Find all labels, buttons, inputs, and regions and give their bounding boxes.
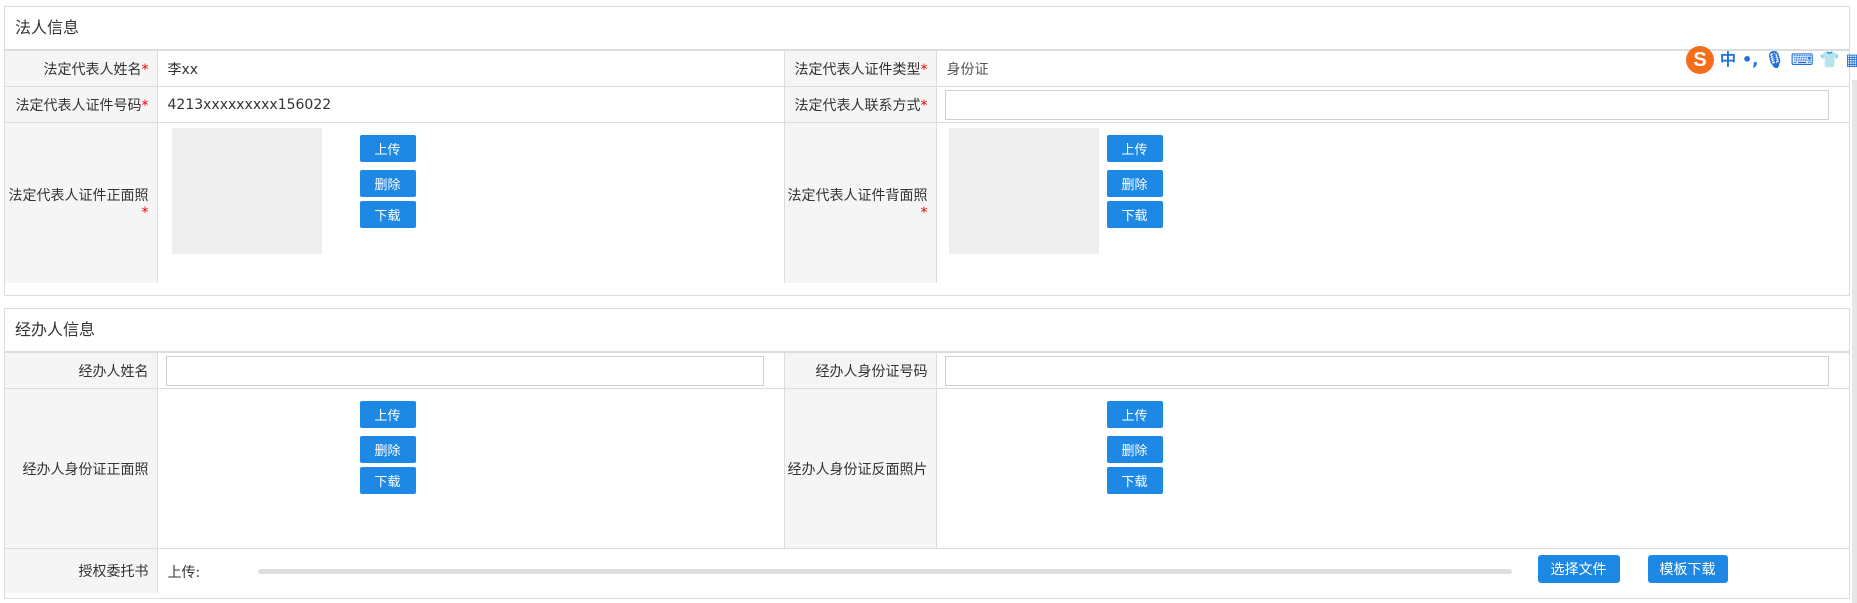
auth-upload-label: 上传: xyxy=(167,565,201,581)
keyboard-icon[interactable]: ⌨ xyxy=(1791,50,1814,70)
agent-back-photo-label: 经办人身份证反面照片 xyxy=(783,388,937,549)
ime-toolbar: S 中 •, 🎙 ⌨ 👕 ▦ xyxy=(1686,46,1857,74)
microphone-icon[interactable]: 🎙 xyxy=(1764,50,1784,70)
agent-front-download-button[interactable]: 下载 xyxy=(359,467,416,494)
legal-id-no-value: 4213xxxxxxxxx156022 xyxy=(156,86,785,123)
auth-letter-label: 授权委托书 xyxy=(5,548,158,593)
agent-front-delete-button[interactable]: 删除 xyxy=(359,436,416,463)
agent-back-upload-button[interactable]: 上传 xyxy=(1106,401,1163,428)
legal-back-photo-placeholder xyxy=(948,128,1099,254)
vertical-scrollbar[interactable] xyxy=(1852,80,1857,603)
auth-letter-cell: 上传: 选择文件 模板下载 xyxy=(156,548,1849,593)
agent-section: 经办人信息 经办人姓名 经办人身份证号码 经办人身份证正面照 上传 删除 下载 … xyxy=(4,308,1850,599)
legal-front-photo-cell: 上传 删除 下载 xyxy=(156,122,785,283)
legal-front-photo-label: 法定代表人证件正面照* xyxy=(5,122,158,283)
agent-back-delete-button[interactable]: 删除 xyxy=(1106,436,1163,463)
apps-grid-icon[interactable]: ▦ xyxy=(1846,50,1857,70)
legal-contact-cell xyxy=(935,86,1849,123)
legal-back-download-button[interactable]: 下载 xyxy=(1106,201,1163,228)
legal-front-photo-placeholder xyxy=(171,128,322,254)
template-download-button[interactable]: 模板下载 xyxy=(1647,555,1728,583)
legal-back-photo-cell: 上传 删除 下载 xyxy=(935,122,1849,283)
agent-name-input[interactable] xyxy=(165,355,764,386)
legal-front-delete-button[interactable]: 删除 xyxy=(359,170,416,197)
legal-section-title: 法人信息 xyxy=(5,7,1849,50)
agent-name-label: 经办人姓名 xyxy=(5,352,158,389)
agent-front-photo-label: 经办人身份证正面照 xyxy=(5,388,158,549)
legal-id-no-label: 法定代表人证件号码* xyxy=(5,86,158,123)
legal-back-photo-label: 法定代表人证件背面照* xyxy=(783,122,937,283)
agent-id-no-input[interactable] xyxy=(944,355,1829,386)
ime-punctuation-icon[interactable]: •, xyxy=(1742,50,1758,70)
agent-form: 经办人姓名 经办人身份证号码 经办人身份证正面照 上传 删除 下载 经办人身份证… xyxy=(5,352,1849,593)
legal-contact-label: 法定代表人联系方式* xyxy=(783,86,937,123)
legal-back-delete-button[interactable]: 删除 xyxy=(1106,170,1163,197)
agent-back-download-button[interactable]: 下载 xyxy=(1106,467,1163,494)
legal-front-upload-button[interactable]: 上传 xyxy=(359,135,416,162)
choose-file-button[interactable]: 选择文件 xyxy=(1537,555,1620,583)
ime-language-toggle[interactable]: 中 xyxy=(1720,50,1736,70)
agent-id-no-label: 经办人身份证号码 xyxy=(783,352,937,389)
legal-id-type-label: 法定代表人证件类型* xyxy=(783,50,937,87)
legal-name-value: 李xx xyxy=(156,50,785,87)
legal-name-label: 法定代表人姓名* xyxy=(5,50,158,87)
skin-icon[interactable]: 👕 xyxy=(1820,50,1840,70)
agent-front-photo-cell: 上传 删除 下载 xyxy=(156,388,785,549)
legal-back-upload-button[interactable]: 上传 xyxy=(1106,135,1163,162)
legal-form: 法定代表人姓名* 李xx 法定代表人证件类型* 身份证 法定代表人证件号码* 4… xyxy=(5,50,1849,283)
legal-contact-input[interactable] xyxy=(944,89,1829,120)
legal-front-download-button[interactable]: 下载 xyxy=(359,201,416,228)
auth-upload-progress xyxy=(257,569,1512,574)
agent-name-cell xyxy=(156,352,785,389)
agent-back-photo-cell: 上传 删除 下载 xyxy=(935,388,1849,549)
agent-id-no-cell xyxy=(935,352,1849,389)
agent-section-title: 经办人信息 xyxy=(5,309,1849,352)
agent-front-upload-button[interactable]: 上传 xyxy=(359,401,416,428)
legal-section: 法人信息 法定代表人姓名* 李xx 法定代表人证件类型* 身份证 法定代表人证件… xyxy=(4,6,1850,296)
sogou-logo-icon[interactable]: S xyxy=(1686,46,1714,74)
